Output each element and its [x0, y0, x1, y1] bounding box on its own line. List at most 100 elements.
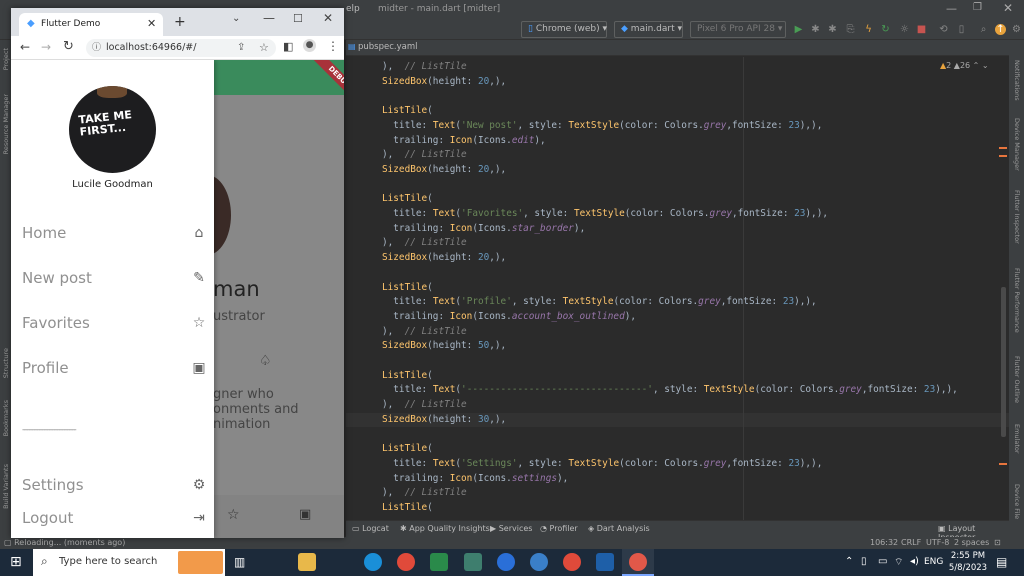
run-icon[interactable]: ▶ [793, 24, 804, 35]
chrome-icon[interactable] [397, 553, 415, 571]
menu-help-fragment[interactable]: elp [346, 4, 360, 14]
window-close-icon[interactable]: ✕ [323, 11, 333, 25]
site-info-icon[interactable]: ⓘ [92, 39, 101, 57]
code-line[interactable]: ListTile( [382, 192, 433, 206]
close-icon[interactable]: ✕ [1003, 1, 1013, 15]
drawer-item-logout[interactable]: Logout ⇥ [22, 507, 207, 533]
bookmark-star-icon[interactable]: ☆ [259, 39, 269, 57]
share-icon[interactable]: ⇪ [237, 39, 245, 57]
code-line[interactable]: trailing: Icon(Icons.edit), [382, 134, 545, 148]
lock-icon[interactable]: ⊡ [994, 537, 1001, 549]
vscode-icon[interactable] [596, 553, 614, 571]
minimize-icon[interactable]: — [946, 2, 957, 15]
edge-icon[interactable] [364, 553, 382, 571]
code-line[interactable]: SizedBox(height: 20,), [382, 75, 506, 89]
code-line[interactable]: trailing: Icon(Icons.settings), [382, 472, 568, 486]
url-field[interactable]: ⓘ localhost:64966/#/ ⇪ ☆ [86, 39, 276, 57]
tab-close-icon[interactable]: ✕ [147, 17, 156, 30]
code-line[interactable]: title: Text('New post', style: TextStyle… [382, 119, 822, 133]
drawer-item-profile[interactable]: Profile ▣ [22, 357, 207, 383]
code-line[interactable]: title: Text('---------------------------… [382, 383, 958, 397]
hot-reload-icon[interactable]: ϟ [863, 24, 874, 35]
line-separator[interactable]: CRLF [901, 537, 921, 549]
new-tab-icon[interactable]: + [174, 14, 186, 30]
inspection-widget[interactable]: ▲2 ▲26 ⌃ ⌄ [940, 61, 989, 70]
avd-manager-icon[interactable]: ▯ [956, 24, 967, 35]
editor-scrollbar[interactable] [1001, 287, 1006, 437]
tool-build-variants[interactable]: Build Variants [2, 464, 10, 509]
code-line[interactable]: ListTile( [382, 281, 433, 295]
error-stripe-mark[interactable] [999, 147, 1007, 149]
code-line[interactable]: ), // ListTile [382, 60, 467, 74]
browser-icon[interactable] [530, 553, 548, 571]
code-line[interactable]: SizedBox(height: 30,), [382, 413, 506, 427]
app-icon[interactable] [497, 553, 515, 571]
tool-structure[interactable]: Structure [2, 348, 10, 378]
windows-start-icon[interactable]: ⊞ [10, 554, 22, 570]
forward-icon[interactable]: → [41, 40, 51, 54]
tool-device-file[interactable]: Device File [1013, 484, 1021, 519]
tab-search-icon[interactable]: ⌄ [232, 13, 240, 24]
tray-battery-icon[interactable]: ▭ [878, 556, 887, 567]
tool-app-quality[interactable]: ✱ App Quality Insights [400, 524, 490, 533]
hot-restart-icon[interactable]: ↻ [880, 24, 891, 35]
tool-flutter-performance[interactable]: Flutter Performance [1013, 268, 1021, 333]
code-line[interactable]: title: Text('Profile', style: TextStyle(… [382, 295, 816, 309]
project-icon[interactable] [430, 553, 448, 571]
profile-avatar-icon[interactable]: ● [303, 39, 316, 52]
run-config-combo[interactable]: ◆ main.dart ▾ [614, 21, 683, 38]
device-combo[interactable]: ▯ Chrome (web) ▾ [521, 21, 607, 38]
tool-logcat[interactable]: ▭ Logcat [352, 524, 389, 533]
emulator-combo[interactable]: Pixel 6 Pro API 28 ▾ [690, 21, 786, 38]
tray-network-icon[interactable]: ▯ [861, 556, 867, 567]
clock-date[interactable]: 5/8/2023 [947, 563, 989, 573]
code-line[interactable]: ListTile( [382, 369, 433, 383]
tray-volume-icon[interactable]: ◂) [910, 556, 919, 567]
window-minimize-icon[interactable]: — [263, 11, 275, 25]
tab-pubspec[interactable]: pubspec.yaml [358, 42, 418, 52]
tool-emulator[interactable]: Emulator [1013, 424, 1021, 454]
code-line[interactable]: title: Text('Favorites', style: TextStyl… [382, 207, 828, 221]
tool-flutter-outline[interactable]: Flutter Outline [1013, 356, 1021, 403]
tray-wifi-icon[interactable]: ⌔ [894, 556, 903, 569]
code-line[interactable]: trailing: Icon(Icons.star_border), [382, 222, 585, 236]
drawer-item-home[interactable]: Home ⌂ [22, 222, 207, 248]
language-indicator[interactable]: ENG [924, 557, 943, 567]
updates-icon[interactable]: ↑ [995, 24, 1006, 35]
drawer-item-settings[interactable]: Settings ⚙ [22, 474, 207, 500]
coverage-icon[interactable]: ☼ [899, 24, 910, 35]
code-line[interactable]: ), // ListTile [382, 398, 467, 412]
error-stripe-mark[interactable] [999, 463, 1007, 465]
drawer-divider-text[interactable]: -------------------------------- [22, 425, 77, 435]
code-line[interactable]: SizedBox(height: 50,), [382, 339, 506, 353]
tool-notifications[interactable]: Notifications [1013, 60, 1021, 101]
drawer-item-new-post[interactable]: New post ✎ [22, 267, 207, 293]
favorites-nav-icon[interactable]: ☆ [227, 507, 240, 523]
tool-bookmarks[interactable]: Bookmarks [2, 400, 10, 436]
android-studio-icon[interactable] [464, 553, 482, 571]
window-maximize-icon[interactable]: ☐ [293, 12, 303, 25]
code-line[interactable]: ), // ListTile [382, 325, 467, 339]
notifications-icon[interactable]: ▤ [996, 555, 1007, 569]
file-encoding[interactable]: UTF-8 [926, 537, 949, 549]
back-icon[interactable]: ← [20, 40, 30, 54]
code-line[interactable]: ), // ListTile [382, 148, 467, 162]
code-line[interactable]: SizedBox(height: 20,), [382, 163, 506, 177]
cursor-position[interactable]: 106:32 [870, 537, 898, 549]
file-explorer-icon[interactable] [298, 553, 316, 571]
sync-icon[interactable]: ⟲ [938, 24, 949, 35]
code-line[interactable]: title: Text('Settings', style: TextStyle… [382, 457, 822, 471]
drawer-item-favorites[interactable]: Favorites ☆ [22, 312, 207, 338]
tool-services[interactable]: ▶ Services [490, 524, 532, 533]
search-icon[interactable]: ⌕ [978, 24, 989, 35]
code-line[interactable]: ListTile( [382, 104, 433, 118]
tool-resource-manager[interactable]: Resource Manager [2, 94, 10, 154]
debug-icon[interactable]: ✱ [810, 24, 821, 35]
restore-icon[interactable]: ❐ [973, 2, 982, 13]
tool-project[interactable]: Project [2, 48, 10, 70]
taskbar-search-box[interactable]: ⌕ Type here to search [33, 549, 225, 576]
profile-run-icon[interactable]: ✱ [827, 24, 838, 35]
code-line[interactable]: ListTile( [382, 442, 433, 456]
code-line[interactable]: ), // ListTile [382, 486, 467, 500]
tool-device-manager[interactable]: Device Manager [1013, 118, 1021, 171]
